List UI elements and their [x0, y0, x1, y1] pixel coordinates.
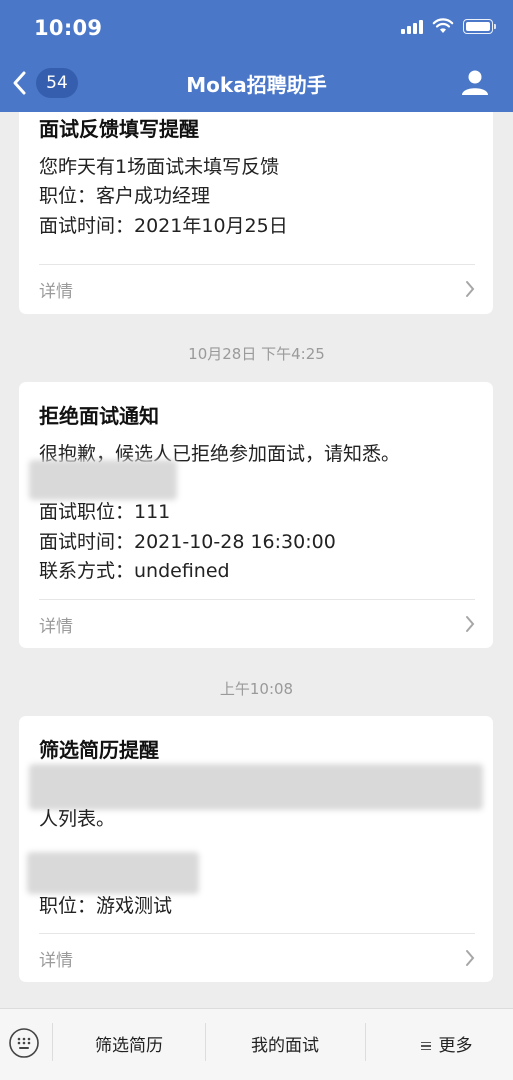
message-line: 您昨天有1场面试未填写反馈: [39, 156, 280, 178]
message-line: 联系方式：undefined: [39, 560, 230, 582]
message-card: 拒绝面试通知 很抱歉，候选人已拒绝参加面试，请知悉。 面试职位：111 面试时间…: [19, 382, 493, 648]
details-link[interactable]: 详情: [39, 934, 493, 982]
message-line: 面试时间：2021年10月25日: [39, 215, 288, 237]
message-feed[interactable]: 面试反馈填写提醒 您昨天有1场面试未填写反馈 职位：客户成功经理 面试时间：20…: [0, 112, 513, 1008]
menu-item-screen-resumes[interactable]: 筛选简历: [53, 1031, 205, 1056]
keyboard-toggle-icon[interactable]: [8, 1027, 40, 1059]
menu-item-more[interactable]: 更多: [380, 1031, 513, 1056]
menu-item-label: 更多: [438, 1036, 473, 1056]
message-line: 面试职位：111: [39, 501, 171, 523]
message-card: 面试反馈填写提醒 您昨天有1场面试未填写反馈 职位：客户成功经理 面试时间：20…: [19, 112, 493, 314]
message-line: 职位：游戏测试: [39, 895, 173, 917]
menu-item-my-interviews[interactable]: 我的面试: [206, 1031, 364, 1056]
timestamp: 10月28日 下午4:25: [188, 345, 325, 363]
battery-icon: [463, 18, 496, 34]
redacted-block: [29, 460, 177, 500]
menu-item-label: 我的面试: [251, 1036, 319, 1056]
details-label: 详情: [39, 617, 73, 637]
app-header: 10:09 54 Moka招聘助手: [0, 0, 513, 112]
chevron-right-icon: [466, 950, 475, 966]
page-title: Moka招聘助手: [186, 73, 327, 97]
menu-separator: [365, 1023, 366, 1061]
message-title: 拒绝面试通知: [39, 404, 159, 428]
details-link[interactable]: 详情: [39, 265, 493, 313]
timestamp: 上午10:08: [219, 680, 294, 698]
bottom-menu-bar: 筛选简历 我的面试 更多: [0, 1008, 513, 1080]
message-line: 职位：客户成功经理: [39, 185, 211, 207]
message-line: 人列表。: [39, 808, 116, 830]
wifi-icon: [432, 18, 454, 33]
message-card: 筛选简历提醒 人列表。 职位：游戏测试 详情: [19, 716, 493, 982]
menu-item-label: 筛选简历: [95, 1036, 163, 1056]
status-icons: [401, 18, 496, 34]
nav-bar: 54 Moka招聘助手: [0, 66, 513, 102]
status-time: 10:09: [34, 16, 103, 40]
chevron-right-icon: [466, 281, 475, 297]
message-line: 面试时间：2021-10-28 16:30:00: [39, 531, 336, 553]
details-label: 详情: [39, 282, 73, 302]
message-title: 面试反馈填写提醒: [39, 117, 199, 141]
user-profile-icon[interactable]: [461, 68, 489, 96]
details-link[interactable]: 详情: [39, 600, 493, 648]
cellular-signal-icon: [401, 18, 423, 34]
menu-list-icon: [420, 1040, 431, 1053]
message-title: 筛选简历提醒: [39, 738, 159, 762]
redacted-block: [27, 852, 199, 894]
chevron-right-icon: [466, 616, 475, 632]
details-label: 详情: [39, 951, 73, 971]
